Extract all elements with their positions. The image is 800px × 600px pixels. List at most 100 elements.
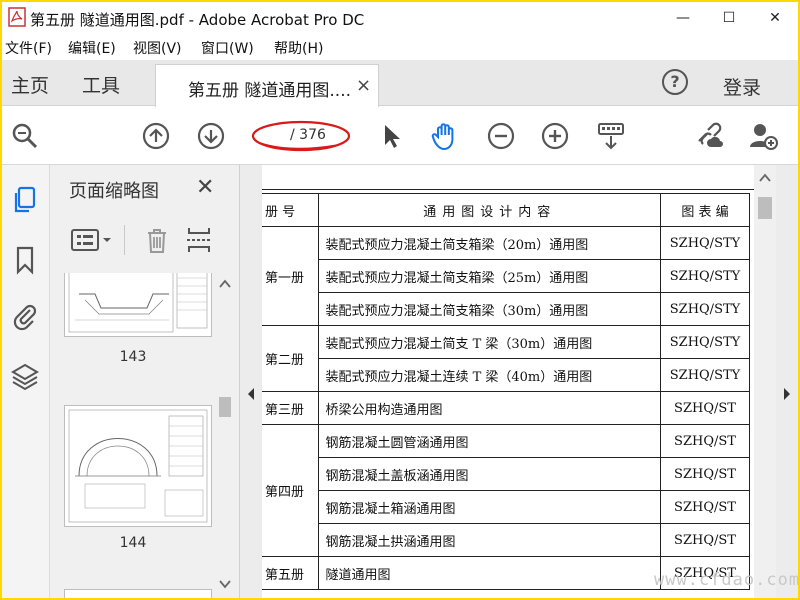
layers-icon[interactable]	[10, 361, 40, 391]
thumbnail-options-icon[interactable]	[70, 225, 116, 255]
desc-cell: 装配式预应力混凝土简支 T 梁（30m）通用图	[318, 325, 661, 359]
thumbnail-page[interactable]	[64, 589, 212, 598]
next-page-icon[interactable]	[196, 121, 226, 151]
thumbnail-page[interactable]	[64, 405, 212, 527]
page-rule	[262, 189, 754, 190]
page-thumbnails-icon[interactable]	[10, 185, 40, 215]
hand-tool-icon[interactable]	[430, 121, 460, 151]
maximize-icon: ☐	[722, 10, 736, 26]
tab-bar: 主页 工具 第五册 隧道通用图.... × ? 登录	[2, 60, 798, 107]
minimize-icon: —	[676, 10, 690, 26]
menu-view[interactable]: 视图(V)	[133, 38, 182, 58]
tab-document[interactable]: 第五册 隧道通用图.... ×	[155, 64, 379, 107]
header-vol: 册 号	[262, 193, 320, 227]
thumbnail-label: 143	[119, 349, 147, 365]
panel-title: 页面缩略图	[69, 181, 159, 202]
vol-cell: 第四册	[262, 424, 320, 557]
vol-cell: 第二册	[262, 325, 320, 392]
thumbnail-list: 143 144	[50, 273, 216, 598]
minimize-button[interactable]: —	[660, 2, 706, 34]
menu-help[interactable]: 帮助(H)	[274, 38, 323, 58]
document-tab-close-button[interactable]: ×	[356, 75, 371, 96]
header-desc: 通用图设计内容	[318, 193, 661, 227]
collapse-left-arrow-icon	[248, 388, 254, 400]
bookmarks-icon[interactable]	[10, 245, 40, 275]
acrobat-window: 第五册 隧道通用图.pdf - Adobe Acrobat Pro DC — ☐…	[2, 2, 798, 598]
document-tab-label: 第五册 隧道通用图....	[188, 81, 352, 101]
tab-tools[interactable]: 工具	[82, 71, 120, 98]
thumbnail-drawing-icon	[68, 409, 208, 523]
table-header-row: 册 号 通用图设计内容 图 表 编	[262, 193, 750, 227]
table-row: 装配式预应力混凝土简支箱梁（30m）通用图 SZHQ/STY	[262, 292, 750, 326]
desc-cell: 装配式预应力混凝土简支箱梁（20m）通用图	[318, 226, 661, 260]
code-cell: SZHQ/ST	[660, 391, 750, 425]
doc-scrollbar-thumb[interactable]	[758, 197, 772, 219]
table-row: 钢筋混凝土盖板涵通用图 SZHQ/ST	[262, 457, 750, 491]
scroll-up-icon[interactable]	[219, 279, 231, 289]
table-row: 钢筋混凝土拱涵通用图 SZHQ/ST	[262, 523, 750, 557]
collapse-left-pane[interactable]	[240, 165, 262, 598]
table-row: 装配式预应力混凝土连续 T 梁（40m）通用图 SZHQ/STY	[262, 358, 750, 392]
maximize-button[interactable]: ☐	[706, 2, 752, 34]
previous-page-icon[interactable]	[141, 121, 171, 151]
toolbar: / 376	[2, 107, 798, 165]
keyboard-scroll-icon[interactable]	[596, 121, 626, 151]
toolbar-divider	[124, 225, 125, 255]
vol-cell: 第一册	[262, 226, 320, 326]
delete-page-icon[interactable]	[142, 225, 172, 255]
zoom-out-icon[interactable]	[486, 121, 516, 151]
document-view[interactable]: 册 号 通用图设计内容 图 表 编 第一册 装配式预应力混凝土简支箱梁（20m）…	[262, 165, 754, 598]
thumbnail-page[interactable]	[64, 273, 212, 337]
login-button[interactable]: 登录	[723, 73, 761, 100]
table-row: 第四册 钢筋混凝土圆管涵通用图 SZHQ/ST	[262, 424, 750, 557]
menu-file[interactable]: 文件(F)	[5, 38, 52, 58]
doc-scroll-up-icon[interactable]	[759, 173, 771, 183]
scroll-down-icon[interactable]	[219, 579, 231, 589]
vol-cell: 第三册	[262, 391, 320, 425]
split-pages-icon[interactable]	[184, 225, 214, 255]
help-button[interactable]: ?	[662, 69, 688, 95]
window-title: 第五册 隧道通用图.pdf - Adobe Acrobat Pro DC	[30, 11, 365, 29]
add-user-icon[interactable]	[748, 121, 778, 151]
share-link-icon[interactable]	[694, 121, 724, 151]
table-row: 第三册 桥梁公用构造通用图 SZHQ/ST	[262, 391, 750, 425]
close-window-button[interactable]: ✕	[752, 2, 798, 34]
table-row: 第二册 装配式预应力混凝土简支 T 梁（30m）通用图 SZHQ/STY	[262, 325, 750, 392]
desc-cell: 钢筋混凝土箱涵通用图	[318, 490, 661, 524]
table-row: 第一册 装配式预应力混凝土简支箱梁（20m）通用图 SZHQ/STY	[262, 226, 750, 326]
select-cursor-icon[interactable]	[376, 121, 406, 151]
menu-bar: 文件(F) 编辑(E) 视图(V) 窗口(W) 帮助(H)	[2, 34, 798, 60]
desc-cell: 钢筋混凝土盖板涵通用图	[318, 457, 661, 491]
site-watermark: www.cfdao.com	[654, 570, 798, 590]
code-cell: SZHQ/ST	[660, 424, 750, 458]
zoom-in-icon[interactable]	[540, 121, 570, 151]
code-cell: SZHQ/STY	[660, 358, 750, 392]
pdf-app-icon	[8, 7, 26, 27]
desc-cell: 隧道通用图	[318, 556, 661, 590]
document-scrollbar[interactable]	[754, 165, 776, 598]
panel-close-button[interactable]: ✕	[196, 175, 214, 200]
attachments-icon[interactable]	[10, 301, 40, 331]
header-code: 图 表 编	[660, 193, 750, 227]
navigation-pane	[2, 165, 50, 598]
desc-cell: 装配式预应力混凝土连续 T 梁（40m）通用图	[318, 358, 661, 392]
collapse-right-pane[interactable]	[776, 165, 798, 598]
desc-cell: 装配式预应力混凝土简支箱梁（30m）通用图	[318, 292, 661, 326]
red-highlight-ellipse	[251, 120, 351, 152]
tab-home[interactable]: 主页	[11, 71, 49, 98]
menu-edit[interactable]: 编辑(E)	[68, 38, 116, 58]
page-thumbnails-panel: 页面缩略图 ✕ 143 144	[50, 165, 240, 598]
thumbnail-label: 144	[119, 535, 147, 551]
document-page: 册 号 通用图设计内容 图 表 编 第一册 装配式预应力混凝土简支箱梁（20m）…	[262, 165, 754, 598]
close-icon: ✕	[769, 10, 781, 26]
menu-window[interactable]: 窗口(W)	[201, 38, 254, 58]
table-row: 装配式预应力混凝土简支箱梁（25m）通用图 SZHQ/STY	[262, 259, 750, 293]
thumbnail-scrollbar[interactable]	[216, 273, 234, 598]
code-cell: SZHQ/STY	[660, 259, 750, 293]
scrollbar-thumb[interactable]	[219, 397, 231, 417]
code-cell: SZHQ/STY	[660, 292, 750, 326]
zoom-search-icon[interactable]	[10, 121, 40, 151]
code-cell: SZHQ/STY	[660, 325, 750, 359]
code-cell: SZHQ/ST	[660, 457, 750, 491]
desc-cell: 桥梁公用构造通用图	[318, 391, 661, 425]
